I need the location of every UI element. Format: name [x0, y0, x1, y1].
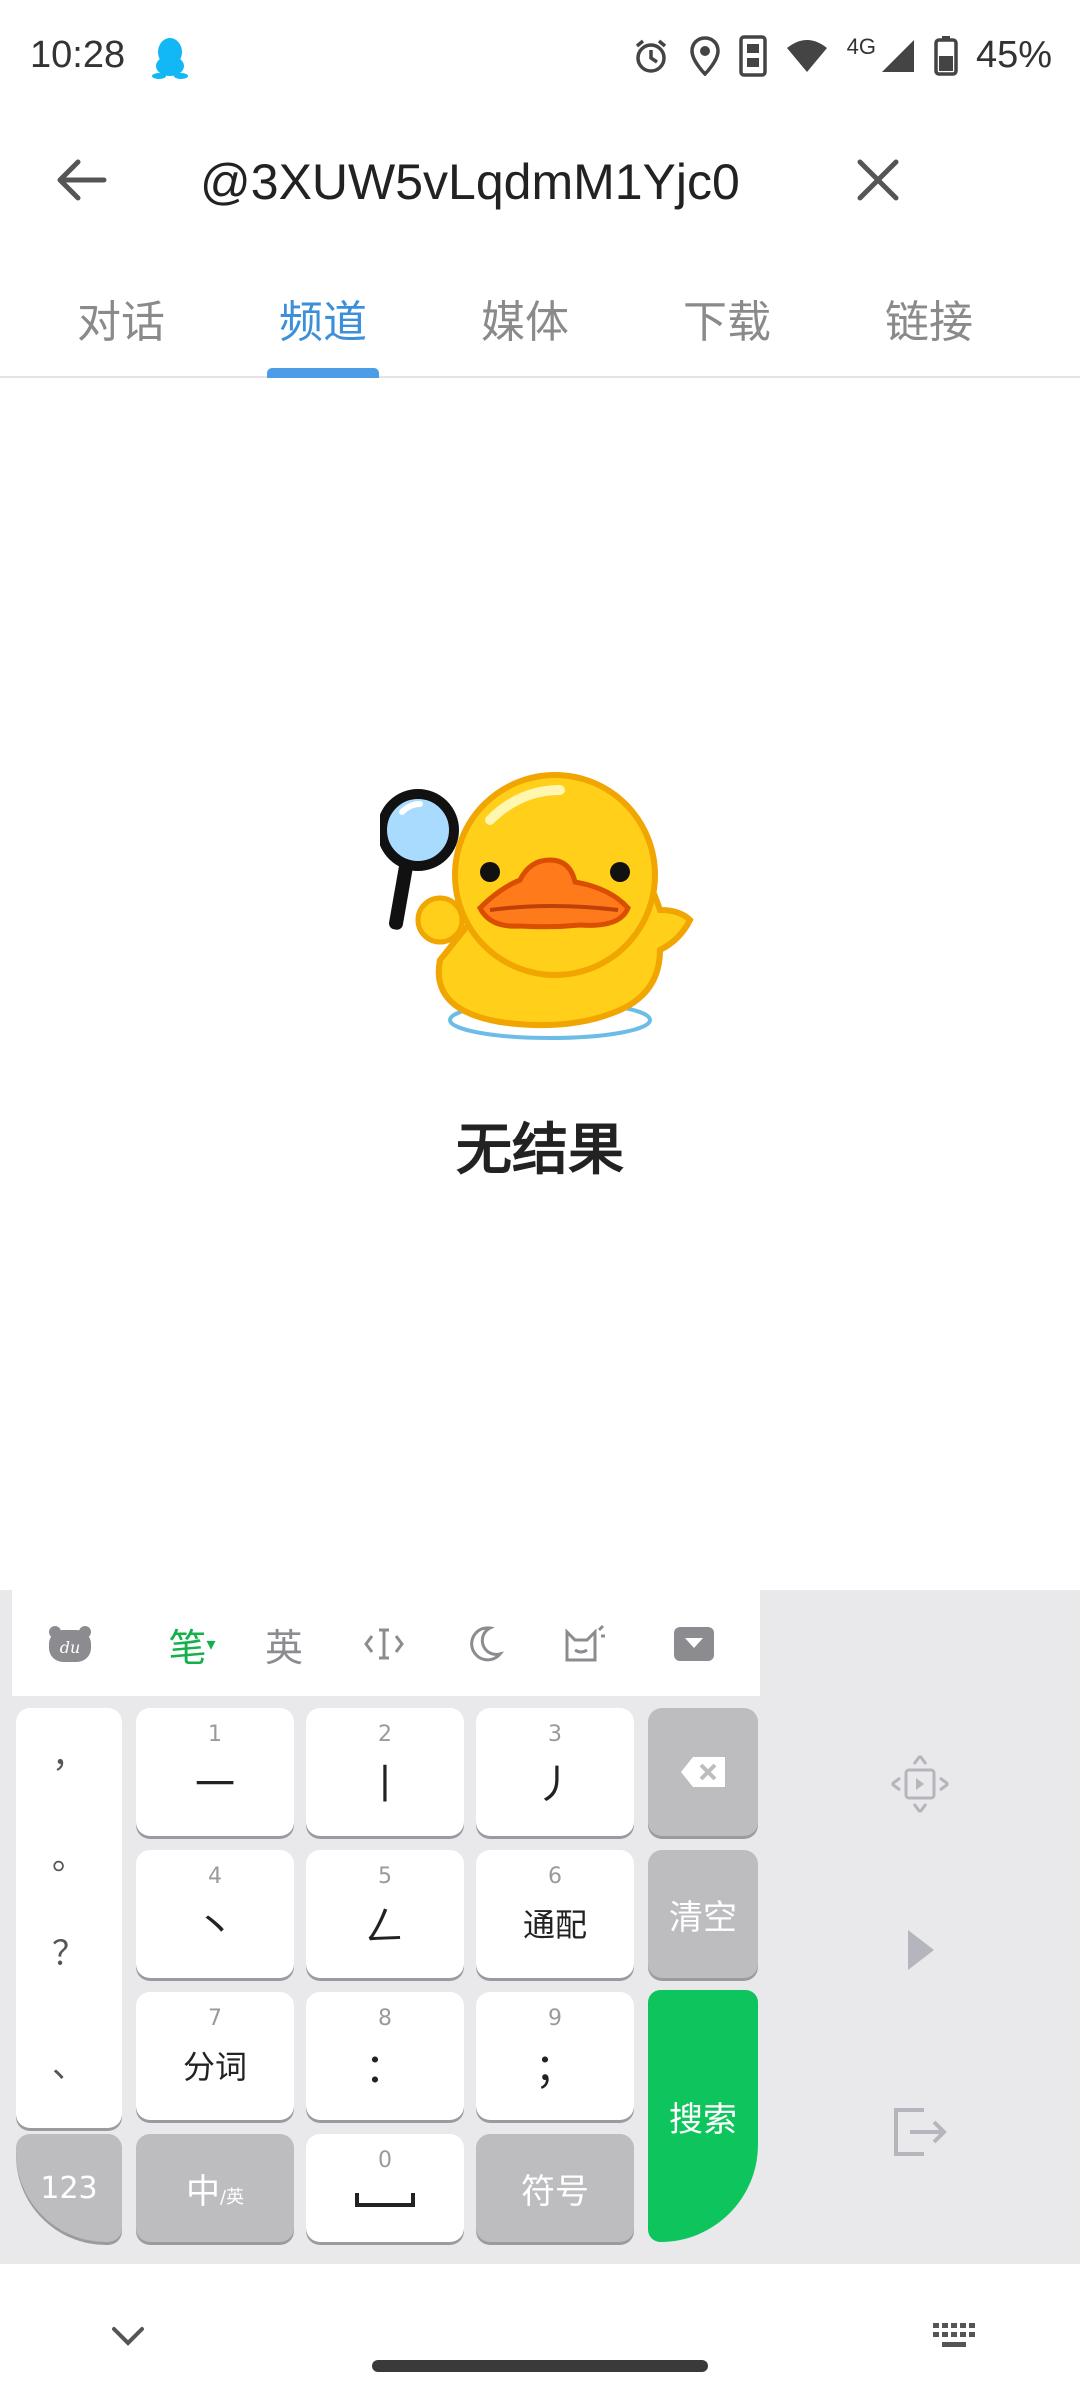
wifi-icon: [786, 39, 827, 72]
qq-icon: [150, 36, 190, 80]
duck-magnifier-illustration: [380, 772, 694, 1040]
backspace-key[interactable]: [648, 1708, 758, 1836]
key-4-number: 4: [208, 1864, 222, 1889]
play-icon: [908, 1930, 934, 1970]
play-arrow-button[interactable]: [880, 1910, 960, 1990]
lang-main-label: 中: [185, 2171, 220, 2212]
symbol-key-label: 符号: [521, 2171, 589, 2212]
key-3-label: 丿: [535, 1762, 575, 1808]
punct-comma[interactable]: ，: [16, 1728, 122, 1777]
clear-key[interactable]: 清空: [648, 1850, 758, 1978]
tab-media[interactable]: 媒体: [424, 260, 626, 376]
key-4-label: 丶: [195, 1904, 235, 1950]
key-9-number: 9: [548, 2006, 562, 2031]
alarm-icon: [635, 39, 666, 73]
space-key[interactable]: 0: [306, 2134, 464, 2242]
key-0-number: 0: [378, 2148, 392, 2173]
stroke-mode-label: 笔: [168, 1625, 207, 1670]
lang-sub-label: /英: [219, 2186, 245, 2208]
search-key[interactable]: 搜索: [648, 1990, 758, 2242]
language-switch-key[interactable]: 中/英: [136, 2134, 294, 2242]
key-4[interactable]: 4 丶: [136, 1850, 294, 1978]
key-5-label: 𠃋: [365, 1904, 405, 1950]
tab-chats[interactable]: 对话: [20, 260, 222, 376]
key-3-number: 3: [548, 1722, 562, 1747]
hide-keyboard-button[interactable]: [100, 2308, 156, 2364]
tab-links[interactable]: 链接: [828, 260, 1030, 376]
exit-mode-button[interactable]: [880, 2092, 960, 2172]
key-3[interactable]: 3 丿: [476, 1708, 634, 1836]
search-input[interactable]: [200, 146, 820, 218]
key-8-number: 8: [378, 2006, 392, 2031]
status-bar: 10:28 4G 45%: [0, 0, 1080, 118]
move-keyboard-button[interactable]: [880, 1744, 960, 1824]
close-icon: [857, 159, 899, 201]
tab-downloads[interactable]: 下载: [626, 260, 828, 376]
emoji-cat-icon[interactable]: [552, 1612, 616, 1676]
key-1-number: 1: [208, 1722, 222, 1747]
dropdown-arrow-icon: ▾: [206, 1633, 216, 1655]
search-tabs: 对话 频道 媒体 下载 链接: [0, 260, 1080, 378]
arrow-left-icon: [57, 159, 107, 201]
keyboard-side-panel: [760, 1590, 1080, 2264]
search-header: [0, 118, 1080, 246]
exit-icon: [894, 2108, 947, 2156]
back-button[interactable]: [40, 140, 120, 220]
key-6-label: 通配: [522, 1906, 587, 1944]
key-2-number: 2: [378, 1722, 392, 1747]
chevron-down-icon: [112, 2327, 144, 2346]
key-9[interactable]: 9 ；: [476, 1992, 634, 2120]
key-6[interactable]: 6 通配: [476, 1850, 634, 1978]
nfc-icon: [738, 34, 767, 77]
network-type: 4G: [846, 33, 876, 59]
baidu-logo-icon[interactable]: du: [38, 1612, 102, 1676]
symbol-key[interactable]: 符号: [476, 2134, 634, 2242]
keyboard-icon: [933, 2323, 975, 2347]
cursor-icon[interactable]: [352, 1612, 416, 1676]
backspace-icon: [681, 1757, 725, 1787]
no-results-text: 无结果: [456, 1118, 624, 1183]
key-2-label: 丨: [365, 1762, 405, 1808]
punct-question[interactable]: ？: [16, 1926, 122, 1975]
move-icon: [891, 1755, 949, 1813]
key-7-number: 7: [208, 2006, 222, 2031]
key-1-label: 一: [195, 1762, 235, 1808]
ime-keyboard: du 笔 ▾ 英 ， 。 ？ 、 1 一 2 丨 3 丿 4 丶 5 𠃋 6 通…: [0, 1590, 1080, 2264]
numeric-keyboard-key[interactable]: 123: [16, 2134, 122, 2242]
battery-icon: [934, 35, 958, 76]
key-8[interactable]: 8 ：: [306, 1992, 464, 2120]
key-2[interactable]: 2 丨: [306, 1708, 464, 1836]
key-7[interactable]: 7 分词: [136, 1992, 294, 2120]
location-icon: [689, 35, 720, 76]
clear-search-button[interactable]: [838, 140, 918, 220]
navigation-bar: [0, 2264, 1080, 2400]
battery-percent: 45%: [975, 34, 1052, 76]
key-5[interactable]: 5 𠃋: [306, 1850, 464, 1978]
punctuation-column: ， 。 ？ 、: [16, 1708, 122, 2128]
home-indicator[interactable]: [372, 2360, 708, 2372]
tab-channels[interactable]: 频道: [222, 260, 424, 376]
space-icon: [355, 2193, 415, 2207]
active-tab-indicator: [267, 368, 379, 378]
status-icons: 4G 45%: [631, 34, 1052, 77]
stroke-mode-button[interactable]: 笔 ▾: [152, 1612, 232, 1676]
punct-dunhao[interactable]: 、: [16, 2038, 122, 2087]
key-7-label: 分词: [182, 2048, 247, 2086]
switch-keyboard-button[interactable]: [926, 2308, 982, 2364]
punct-period[interactable]: 。: [16, 1830, 122, 1879]
keyboard-toolbar: du 笔 ▾ 英: [12, 1590, 760, 1696]
english-mode-button[interactable]: 英: [252, 1612, 316, 1676]
svg-text:du: du: [60, 1638, 81, 1657]
key-6-number: 6: [548, 1864, 562, 1889]
status-time: 10:28: [30, 34, 126, 76]
key-5-number: 5: [378, 1864, 392, 1889]
clear-key-label: 清空: [669, 1897, 737, 1938]
key-1[interactable]: 1 一: [136, 1708, 294, 1836]
key-8-label: ：: [365, 2046, 405, 2092]
collapse-keyboard-icon[interactable]: [662, 1612, 726, 1676]
night-mode-icon[interactable]: [452, 1612, 516, 1676]
key-9-label: ；: [535, 2046, 575, 2092]
signal-icon: [881, 39, 914, 72]
